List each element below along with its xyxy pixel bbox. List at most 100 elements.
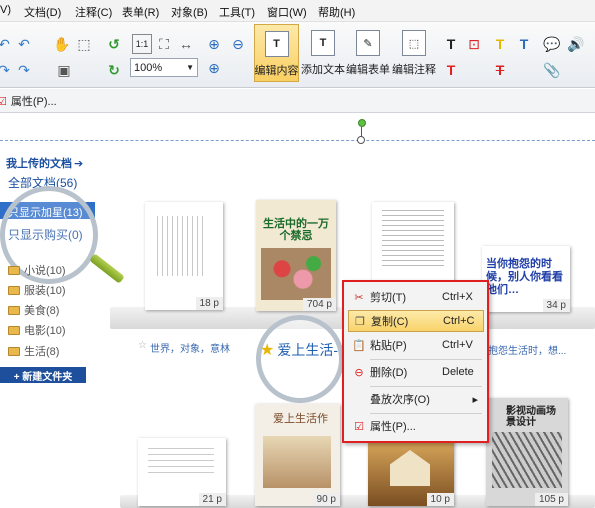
menu-tools[interactable]: 工具(T) — [219, 4, 255, 20]
book-4[interactable]: 当你抱怨的时候，别人你看看他们… 34 p — [482, 246, 570, 312]
menu-separator — [370, 359, 482, 360]
zoom-in-region-icon[interactable]: ⊕ — [204, 34, 224, 54]
undo-arrow-icon[interactable]: ↶ — [0, 34, 14, 54]
book-5[interactable]: 21 p — [138, 438, 226, 506]
select-tool-icon[interactable]: ⬚ — [74, 34, 94, 54]
caption-text: 世界，对象，意林 — [149, 344, 230, 355]
add-text-icon: T — [311, 30, 335, 56]
highlight-text-icon[interactable]: T — [490, 34, 510, 54]
menu-separator — [370, 386, 482, 387]
menu-bar: V) 文档(D) 注释(C) 表单(R) 对象(B) 工具(T) 窗口(W) 帮… — [0, 0, 595, 22]
note-icon[interactable]: 💬 — [542, 34, 562, 54]
menu-window[interactable]: 窗口(W) — [267, 4, 307, 20]
fit-width-icon[interactable]: ↔ — [176, 34, 196, 54]
page-count: 90 p — [312, 493, 340, 506]
sidebar: 我上传的文档 ➔ 全部文档(56) 只显示加星(13) 只显示购买(0) 小说(… — [0, 152, 125, 392]
book-1-caption[interactable]: ☆ 世界，对象，意林 — [138, 340, 230, 355]
menu-item-label: 剪切(T) — [370, 292, 407, 304]
edit-annotation-icon: ⬚ — [402, 30, 426, 56]
menu-item-copy[interactable]: ❐ 复制(C) Ctrl+C — [348, 310, 484, 332]
rotate-left-icon[interactable]: ↺ — [104, 34, 124, 54]
book-1-text — [157, 216, 207, 276]
properties-icon: ☑ — [354, 420, 364, 433]
page-count: 704 p — [302, 298, 336, 311]
page-count: 105 p — [534, 493, 568, 506]
menu-object[interactable]: 对象(B) — [171, 4, 208, 20]
text-box-icon[interactable]: T — [441, 34, 461, 54]
menu-item-shortcut: Ctrl+V — [442, 339, 473, 351]
edit-form-button[interactable]: ✎ 编辑表单 — [346, 24, 390, 82]
redo-icon[interactable]: ↷ — [14, 60, 34, 80]
sound-icon[interactable]: 🔊 — [566, 34, 586, 54]
zoom-select[interactable]: 100% ▼ — [130, 58, 198, 77]
menu-item-shortcut: Ctrl+C — [443, 315, 475, 327]
actual-size-icon[interactable]: 1:1 — [132, 34, 152, 54]
folder-icon — [8, 325, 20, 335]
category-label: 服装(10) — [24, 285, 66, 297]
properties-label: 属性(P)... — [10, 96, 57, 108]
properties-button[interactable]: ☑ 属性(P)... — [0, 93, 57, 109]
star-outline-icon: ☆ — [138, 340, 147, 351]
edit-content-button[interactable]: T 编辑内容 — [254, 24, 299, 82]
page-count: 34 p — [542, 299, 570, 312]
book-2-cover-image — [261, 248, 331, 300]
context-menu: ✂ 剪切(T) Ctrl+X ❐ 复制(C) Ctrl+C 📋 粘贴(P) Ct… — [342, 280, 489, 443]
book-2-caption[interactable]: ★ 爱上生活- — [260, 340, 338, 360]
folder-icon — [8, 265, 20, 275]
book-2[interactable]: 生活中的一万个禁忌 704 p — [256, 200, 336, 311]
fit-page-icon[interactable]: ⛶ — [154, 34, 174, 54]
undo-icon[interactable]: ↶ — [14, 34, 34, 54]
book-3-text — [382, 210, 444, 270]
redo-arrow-icon[interactable]: ↷ — [0, 60, 14, 80]
edit-content-icon: T — [264, 31, 289, 57]
book-2-title: 生活中的一万个禁忌 — [263, 218, 329, 242]
zoom-value: 100% — [134, 61, 163, 74]
underline-text-icon[interactable]: T — [514, 34, 534, 54]
book-6[interactable]: 爱上生活作 90 p — [255, 404, 340, 506]
menu-item-paste[interactable]: 📋 粘贴(P) Ctrl+V — [348, 334, 484, 356]
book-7[interactable]: 10 p — [368, 440, 454, 506]
new-folder-button[interactable]: + 新建文件夹 — [0, 367, 86, 383]
menu-document[interactable]: 文档(D) — [24, 4, 61, 20]
edit-annotation-button[interactable]: ⬚ 编辑注释 — [392, 24, 436, 82]
resize-handle[interactable] — [357, 136, 365, 144]
category-novel[interactable]: 小说(10) — [8, 262, 66, 278]
menu-view[interactable]: V) — [0, 4, 11, 16]
my-uploaded-docs-link[interactable]: 我上传的文档 ➔ — [6, 155, 83, 171]
zoom-out-icon[interactable]: ⊖ — [228, 34, 248, 54]
link-text-icon[interactable]: T — [441, 60, 461, 80]
book-1[interactable]: 18 p — [145, 202, 223, 310]
book-4-caption[interactable]: 抱怨生活时，想... — [488, 342, 566, 357]
attach-file-icon[interactable]: 📎 — [542, 60, 562, 80]
menu-item-properties[interactable]: ☑ 属性(P)... — [348, 415, 484, 437]
rotate-right-icon[interactable]: ↻ — [104, 60, 124, 80]
menu-help[interactable]: 帮助(H) — [318, 4, 355, 20]
crop-icon[interactable]: ⊡ — [464, 34, 484, 54]
category-food[interactable]: 美食(8) — [8, 302, 59, 318]
page-count: 18 p — [195, 297, 223, 310]
strikeout-text-icon[interactable]: T — [490, 60, 510, 80]
edit-content-label: 编辑内容 — [254, 65, 299, 77]
zoom-in-icon[interactable]: ⊕ — [204, 58, 224, 78]
rotate-handle[interactable] — [358, 119, 366, 127]
book-3[interactable] — [372, 202, 454, 282]
category-label: 生活(8) — [24, 346, 60, 358]
menu-item-cut[interactable]: ✂ 剪切(T) Ctrl+X — [348, 286, 484, 308]
delete-icon: ⊖ — [354, 366, 364, 379]
snapshot-icon[interactable]: ▣ — [54, 60, 74, 80]
menu-item-arrange[interactable]: 叠放次序(O) ▸ — [348, 388, 484, 410]
book-8[interactable]: 影视动画场景设计 105 p — [486, 398, 568, 506]
menu-form[interactable]: 表单(R) — [122, 4, 159, 20]
menu-comment[interactable]: 注释(C) — [75, 4, 112, 20]
submenu-arrow-icon: ▸ — [472, 393, 478, 406]
hand-tool-icon[interactable]: ✋ — [52, 34, 72, 54]
book-7-cover-image — [390, 450, 430, 486]
category-movie[interactable]: 电影(10) — [8, 322, 66, 338]
page-count: 21 p — [198, 493, 226, 506]
category-life[interactable]: 生活(8) — [8, 343, 59, 359]
add-text-button[interactable]: T 添加文本 — [301, 24, 345, 82]
book-4-title: 当你抱怨的时候，别人你看看他们… — [486, 258, 563, 296]
category-clothing[interactable]: 服装(10) — [8, 282, 66, 298]
menu-item-delete[interactable]: ⊖ 删除(D) Delete — [348, 361, 484, 383]
arrow-right-icon: ➔ — [74, 157, 84, 170]
